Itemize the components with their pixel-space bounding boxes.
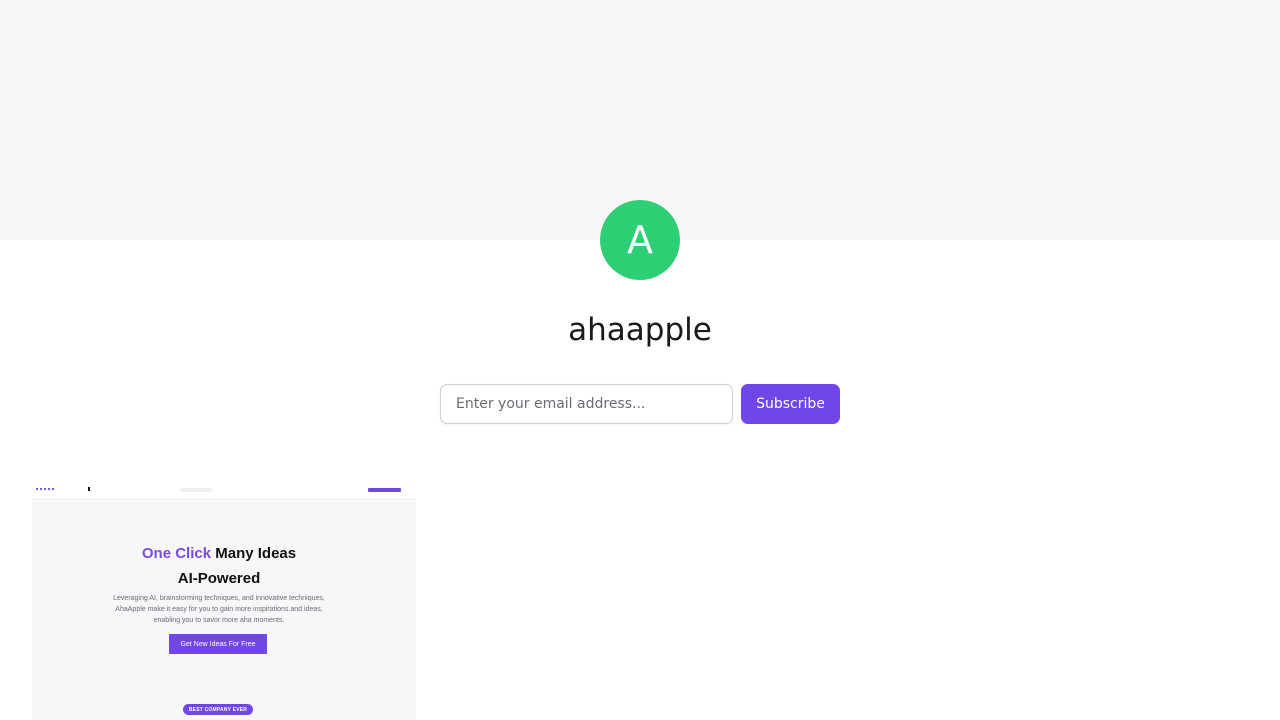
thumbnail-cta-button: Get New Ideas For Free [169, 634, 267, 654]
thumbnail-logo-icon [36, 488, 54, 491]
thumbnail-badge: BEST COMPANY EVER [183, 704, 253, 715]
thumbnail-nav-button [368, 488, 401, 492]
thumbnail-nav-pill [180, 488, 212, 492]
thumbnail-headline-rest: Many Ideas [215, 545, 297, 562]
thumbnail-headline: One Click Many Ideas [32, 545, 406, 562]
thumbnail-description: Leveraging AI, brainstorming techniques,… [113, 595, 325, 624]
thumbnail-nav-mark [88, 487, 90, 491]
post-card[interactable]: One Click Many Ideas AI-Powered Leveragi… [32, 486, 416, 720]
thumbnail-headline-line2: AI-Powered [177, 570, 261, 587]
thumbnail-headline-accent: One Click [141, 545, 212, 562]
subscribe-form: Subscribe [440, 384, 840, 424]
avatar-letter: A [627, 218, 653, 262]
profile-name: ahaapple [568, 312, 712, 348]
thumbnail-navbar [32, 486, 416, 500]
subscribe-button[interactable]: Subscribe [741, 384, 840, 424]
email-input[interactable] [440, 384, 733, 424]
post-thumbnail: One Click Many Ideas AI-Powered Leveragi… [32, 501, 416, 720]
avatar: A [600, 200, 680, 280]
